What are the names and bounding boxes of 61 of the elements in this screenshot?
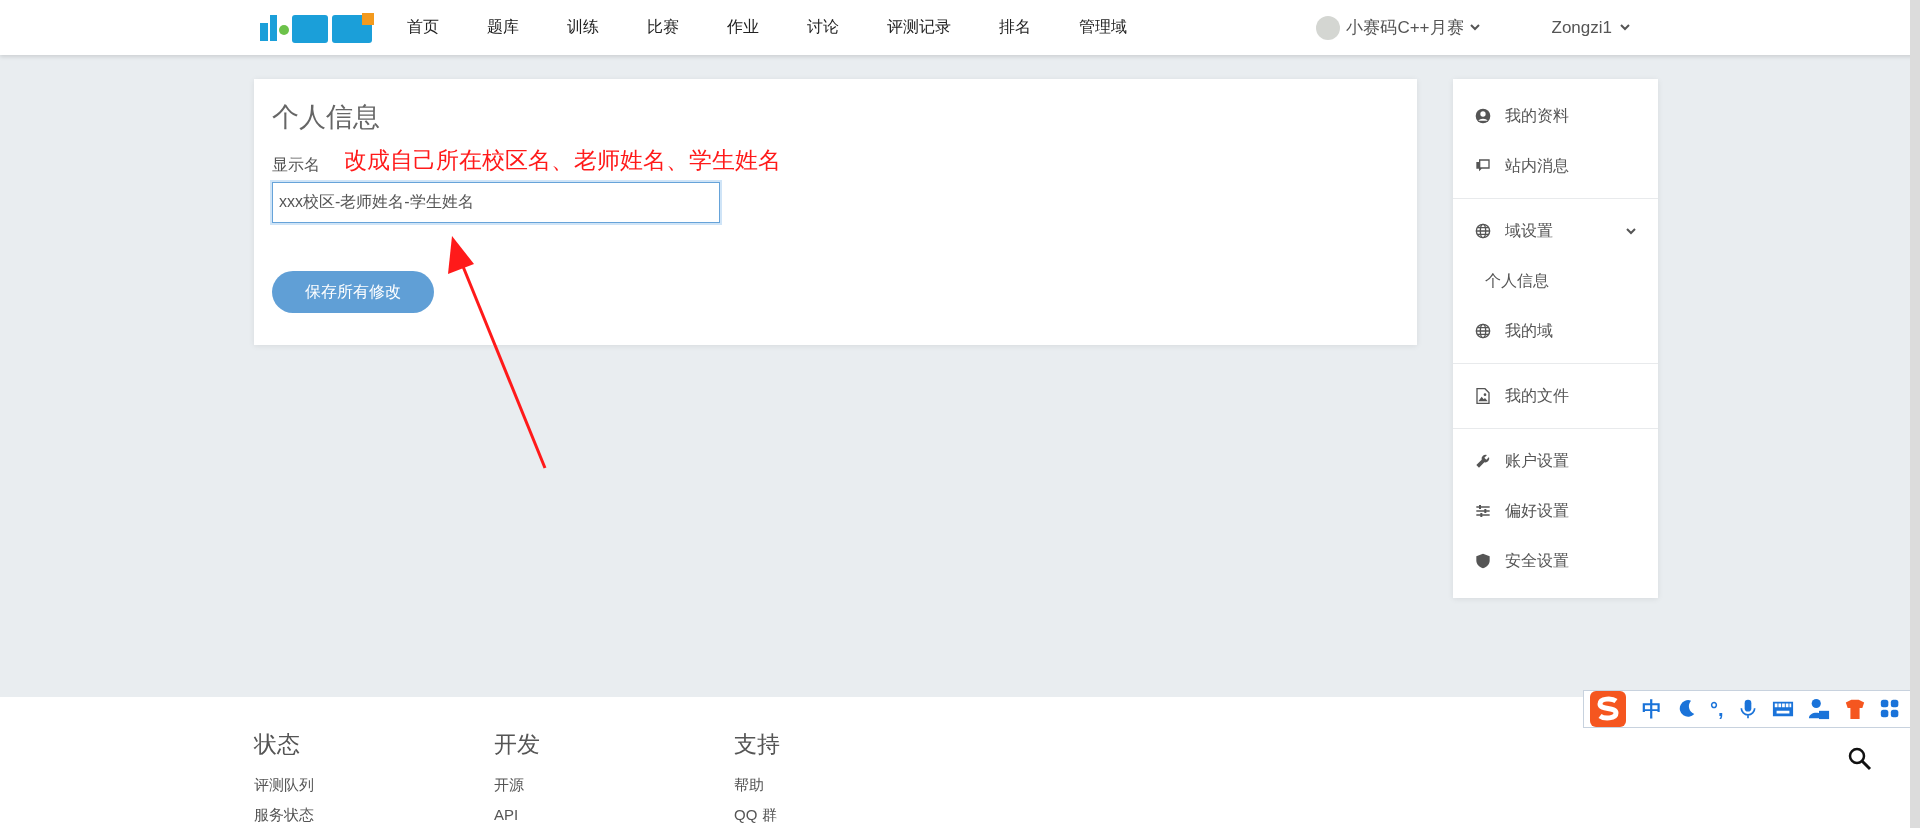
footer-link[interactable]: QQ 群 [734, 800, 974, 828]
sidebar-item[interactable]: 我的资料 [1453, 91, 1658, 141]
card-title: 个人信息 [272, 101, 381, 134]
sidebar-item[interactable]: 偏好设置 [1453, 486, 1658, 536]
shield-icon [1475, 553, 1491, 569]
user-dropdown[interactable]: Zongzi1 [1551, 17, 1612, 38]
footer-heading: 开发 [494, 730, 541, 759]
domain-avatar [1316, 15, 1341, 40]
field-label: 显示名 [272, 155, 320, 175]
annotation-text: 改成自己所在校区名、老师姓名、学生姓名 [344, 146, 781, 175]
caret-icon [1469, 24, 1480, 31]
nav-link[interactable]: 评测记录 [863, 17, 975, 38]
nav-link[interactable]: 训练 [543, 17, 623, 38]
chat-icon [1475, 158, 1491, 174]
sidebar-item-label: 我的文件 [1505, 385, 1569, 406]
ime-logo-icon[interactable] [1588, 689, 1628, 729]
footer-link[interactable]: 服务状态 [254, 800, 494, 828]
sidebar-item[interactable]: 站内消息 [1453, 141, 1658, 191]
apps-icon [1879, 699, 1900, 719]
sidebar-item[interactable]: 我的域 [1453, 306, 1658, 356]
chevron-icon[interactable] [1626, 227, 1636, 235]
sidebar-item-label: 我的资料 [1505, 105, 1569, 126]
wrench-icon [1475, 453, 1491, 469]
nav-link[interactable]: 比赛 [623, 17, 703, 38]
display-name-field[interactable]: xxx校区-老师姓名-学生姓名 [272, 182, 720, 223]
nav-link[interactable]: 作业 [703, 17, 783, 38]
nav-link[interactable]: 题库 [463, 17, 543, 38]
sidebar-item-label: 偏好设置 [1505, 500, 1569, 521]
punctuation-toggle[interactable]: °, [1710, 697, 1724, 721]
nav-link[interactable]: 首页 [383, 17, 463, 38]
caret-icon [1620, 24, 1630, 31]
footer-link[interactable]: API [494, 800, 734, 828]
user-circle-icon [1475, 108, 1491, 124]
shirt-icon [1843, 698, 1866, 720]
sidebar-item-label: 安全设置 [1505, 550, 1569, 571]
image-file-icon [1475, 388, 1491, 404]
footer-link[interactable]: 评测队列 [254, 770, 494, 800]
sidebar-item-label: 我的域 [1505, 320, 1553, 341]
sidebar-item[interactable]: 我的文件 [1453, 371, 1658, 421]
footer-heading: 状态 [254, 730, 301, 759]
sidebar-subitem[interactable]: 个人信息 [1453, 256, 1658, 306]
sidebar-item-label: 站内消息 [1505, 155, 1569, 176]
user-icon [1807, 698, 1830, 720]
footer-heading: 支持 [734, 730, 781, 759]
nav-link[interactable]: 排名 [975, 17, 1055, 38]
nav-link[interactable]: 讨论 [783, 17, 863, 38]
sidebar-item[interactable]: 账户设置 [1453, 436, 1658, 486]
input-mode-toggle[interactable]: 中 [1642, 695, 1662, 723]
sidebar-item-label: 域设置 [1505, 220, 1553, 241]
sidebar-item-label: 账户设置 [1505, 450, 1569, 471]
search-icon[interactable] [1848, 747, 1872, 771]
footer-link[interactable]: 开源 [494, 770, 734, 800]
sidebar-item[interactable]: 域设置 [1453, 206, 1658, 256]
nav-link[interactable]: 管理域 [1055, 17, 1151, 38]
scrollbar[interactable] [1910, 0, 1920, 828]
footer-link[interactable]: 帮助 [734, 770, 974, 800]
domain-dropdown[interactable]: 小赛码C++月赛 [1346, 16, 1464, 39]
sidebar-item[interactable]: 安全设置 [1453, 536, 1658, 586]
globe-icon [1475, 223, 1491, 239]
sliders-icon [1475, 503, 1491, 519]
globe-icon [1475, 323, 1491, 339]
